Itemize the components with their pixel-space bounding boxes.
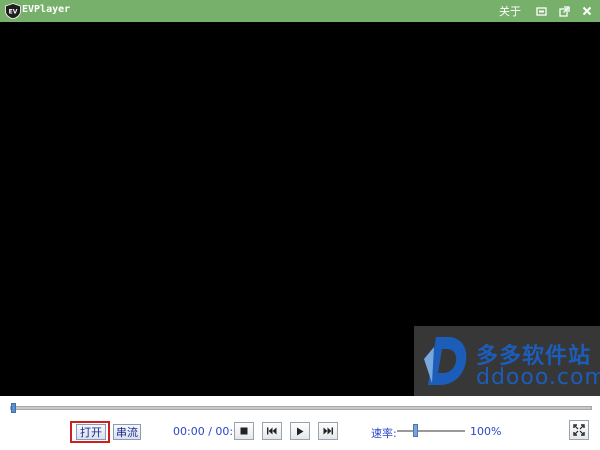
next-icon <box>323 427 333 435</box>
previous-button[interactable] <box>262 422 282 440</box>
play-icon <box>297 427 304 435</box>
next-button[interactable] <box>318 422 338 440</box>
play-button[interactable] <box>290 422 310 440</box>
speed-slider-thumb[interactable] <box>413 424 418 437</box>
open-button[interactable]: 打开 <box>76 424 106 440</box>
watermark: 多多软件站 ddooo.com <box>414 326 600 396</box>
speed-slider[interactable] <box>397 424 465 437</box>
close-button[interactable] <box>580 4 594 18</box>
fullscreen-button[interactable] <box>569 420 589 440</box>
watermark-domain: ddooo.com <box>476 365 600 390</box>
restore-icon <box>558 5 570 17</box>
speed-label: 速率: <box>371 427 397 440</box>
window-title: EVPlayer <box>22 4 71 15</box>
minimize-button[interactable] <box>534 4 548 18</box>
fullscreen-icon <box>573 424 585 436</box>
stop-icon <box>240 427 248 435</box>
about-link[interactable]: 关于 <box>499 3 521 19</box>
previous-icon <box>267 427 277 435</box>
stop-button[interactable] <box>234 422 254 440</box>
title-actions: 关于 <box>499 0 594 22</box>
app-logo-text: EV <box>9 9 18 16</box>
watermark-logo-icon <box>424 337 467 385</box>
seek-bar-thumb[interactable] <box>11 403 16 413</box>
title-bar: EV EVPlayer 关于 <box>0 0 600 22</box>
minimize-icon <box>535 6 547 16</box>
stream-button[interactable]: 串流 <box>113 424 141 440</box>
close-icon <box>582 6 592 16</box>
speed-value: 100% <box>470 425 502 438</box>
restore-button[interactable] <box>557 4 571 18</box>
seek-bar[interactable] <box>10 403 592 413</box>
evplayer-window: EV EVPlayer 关于 多多软件站 ddooo.com 打开 串流 00:… <box>0 0 600 450</box>
app-logo-icon: EV <box>5 3 21 19</box>
